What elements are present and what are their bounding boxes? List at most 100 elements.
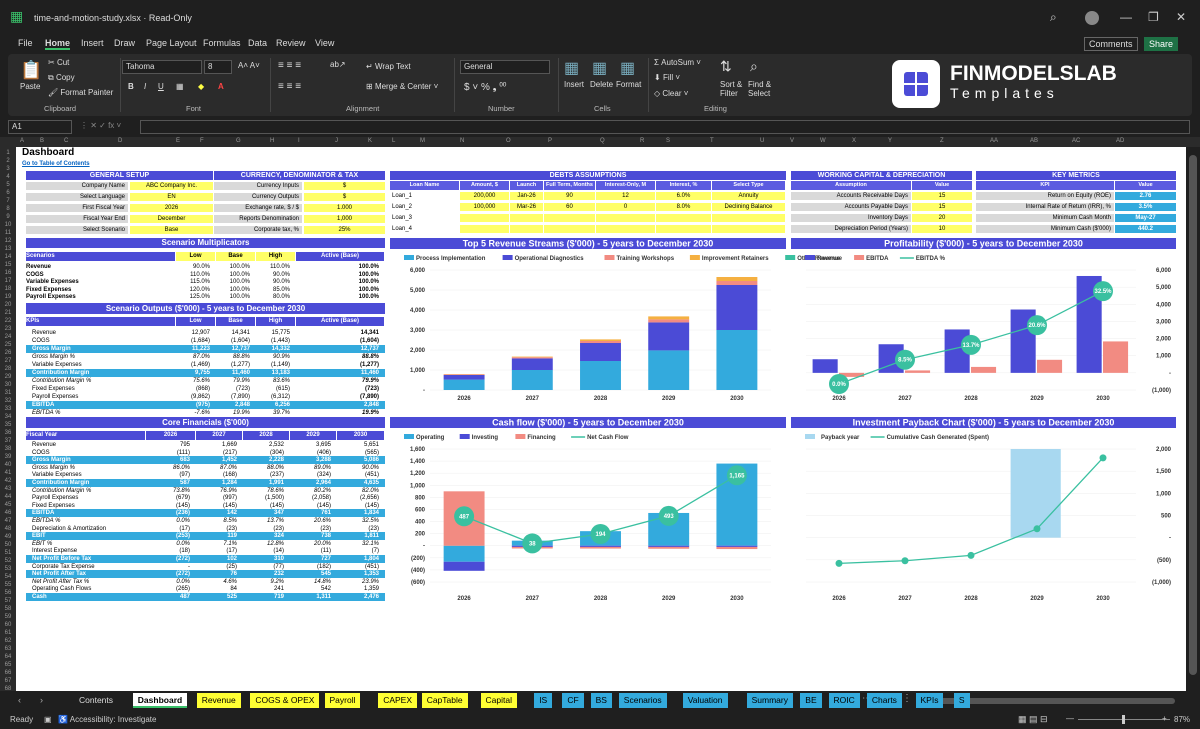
- column-header[interactable]: K: [368, 138, 372, 144]
- row-header[interactable]: 5: [0, 181, 16, 189]
- close-icon[interactable]: ✕: [1176, 10, 1186, 24]
- row-header[interactable]: 21: [0, 309, 16, 317]
- tab-payroll[interactable]: Payroll: [324, 693, 361, 708]
- row-header[interactable]: 2: [0, 157, 16, 165]
- row-header[interactable]: 51: [0, 549, 16, 557]
- tab-s[interactable]: S: [953, 693, 970, 708]
- sort-filter-icon[interactable]: ⇅: [720, 58, 732, 75]
- zoom-level[interactable]: 87%: [1174, 715, 1190, 724]
- tab-scenarios[interactable]: Scenarios: [618, 693, 667, 708]
- row-header[interactable]: 15: [0, 261, 16, 269]
- column-header[interactable]: F: [200, 138, 204, 144]
- menu-data[interactable]: Data: [248, 38, 267, 48]
- wrap-text-button[interactable]: ↵ Wrap Text: [366, 62, 411, 71]
- row-header[interactable]: 30: [0, 381, 16, 389]
- row-header[interactable]: 23: [0, 325, 16, 333]
- row-header[interactable]: 60: [0, 621, 16, 629]
- row-header[interactable]: 1: [0, 149, 16, 157]
- row-header[interactable]: 14: [0, 253, 16, 261]
- row-header[interactable]: 29: [0, 373, 16, 381]
- tab-scroll-left-icon[interactable]: ‹: [18, 695, 21, 705]
- vertical-scrollbar[interactable]: [1186, 147, 1200, 691]
- font-name-dropdown[interactable]: Tahoma: [122, 60, 202, 74]
- tab-cf[interactable]: CF: [562, 693, 584, 708]
- formula-buttons[interactable]: ⋮ ✕ ✓ fx ˅: [80, 121, 121, 130]
- align-top-icon[interactable]: ≡ ≡ ≡: [278, 60, 301, 71]
- restore-icon[interactable]: ❐: [1148, 10, 1159, 24]
- row-header[interactable]: 67: [0, 677, 16, 685]
- tab-kpis[interactable]: KPIs: [915, 693, 944, 708]
- borders-icon[interactable]: ▦: [176, 82, 184, 91]
- column-header[interactable]: R: [640, 138, 644, 144]
- row-header[interactable]: 4: [0, 173, 16, 181]
- row-header[interactable]: 16: [0, 269, 16, 277]
- insert-cells-button[interactable]: Insert: [564, 80, 584, 89]
- tab-captable[interactable]: CapTable: [421, 693, 468, 708]
- comments-button[interactable]: Comments: [1084, 37, 1138, 51]
- bold-button[interactable]: B: [128, 82, 134, 91]
- row-header[interactable]: 38: [0, 445, 16, 453]
- row-header[interactable]: 8: [0, 205, 16, 213]
- share-button[interactable]: Share: [1144, 37, 1179, 51]
- format-cells-icon[interactable]: ▦: [620, 58, 635, 78]
- minimize-icon[interactable]: —: [1120, 10, 1132, 24]
- delete-cells-button[interactable]: Delete: [590, 80, 613, 89]
- column-header[interactable]: W: [820, 138, 826, 144]
- formula-input[interactable]: [140, 120, 1190, 134]
- underline-button[interactable]: U: [158, 82, 164, 91]
- column-header[interactable]: B: [40, 138, 44, 144]
- tab-revenue[interactable]: Revenue: [196, 693, 241, 708]
- font-size-buttons[interactable]: A˄ A˅: [238, 61, 260, 70]
- column-header[interactable]: M: [420, 138, 425, 144]
- column-header[interactable]: T: [710, 138, 714, 144]
- sort-filter-button[interactable]: Sort & Filter: [720, 80, 750, 98]
- fill-color-icon[interactable]: ◆: [198, 82, 204, 91]
- row-header[interactable]: 64: [0, 653, 16, 661]
- row-header[interactable]: 18: [0, 285, 16, 293]
- column-header[interactable]: O: [506, 138, 511, 144]
- row-header[interactable]: 34: [0, 413, 16, 421]
- tab-contents[interactable]: Contents: [74, 693, 119, 708]
- row-header[interactable]: 19: [0, 293, 16, 301]
- column-header[interactable]: U: [760, 138, 764, 144]
- tab-be[interactable]: BE: [800, 693, 822, 708]
- cut-button[interactable]: ✂ Cut: [48, 58, 69, 67]
- tab-charts[interactable]: Charts: [866, 693, 902, 708]
- row-header[interactable]: 12: [0, 237, 16, 245]
- row-header[interactable]: 61: [0, 629, 16, 637]
- column-header[interactable]: V: [790, 138, 794, 144]
- number-format-dropdown[interactable]: General: [460, 60, 550, 74]
- row-header[interactable]: 32: [0, 397, 16, 405]
- row-header[interactable]: 42: [0, 477, 16, 485]
- column-header[interactable]: G: [236, 138, 241, 144]
- orientation-icon[interactable]: ab↗: [330, 60, 346, 69]
- column-header[interactable]: I: [298, 138, 300, 144]
- column-header[interactable]: D: [118, 138, 122, 144]
- name-box[interactable]: A1: [8, 120, 72, 134]
- column-header[interactable]: P: [548, 138, 552, 144]
- tab-scroll-right-icon[interactable]: ›: [40, 695, 43, 705]
- menu-draw[interactable]: Draw: [114, 38, 135, 48]
- align-left-icon[interactable]: ≡ ≡ ≡: [278, 81, 301, 92]
- menu-review[interactable]: Review: [276, 38, 306, 48]
- row-header[interactable]: 56: [0, 589, 16, 597]
- column-header[interactable]: N: [460, 138, 464, 144]
- tab-cogs-opex[interactable]: COGS & OPEX: [250, 693, 320, 708]
- row-header[interactable]: 52: [0, 557, 16, 565]
- tabs-options-icon[interactable]: ⋮: [902, 693, 912, 704]
- tab-roic[interactable]: ROIC: [828, 693, 860, 708]
- row-header[interactable]: 31: [0, 389, 16, 397]
- column-header[interactable]: L: [392, 138, 395, 144]
- row-header[interactable]: 47: [0, 517, 16, 525]
- column-header[interactable]: AA: [990, 138, 998, 144]
- accessibility-status[interactable]: ♿ Accessibility: Investigate: [58, 715, 156, 724]
- avatar[interactable]: [1085, 11, 1099, 25]
- view-buttons[interactable]: ▦ ▤ ⊟: [1018, 714, 1048, 725]
- tab-is[interactable]: IS: [534, 693, 553, 708]
- row-header[interactable]: 39: [0, 453, 16, 461]
- tab-capex[interactable]: CAPEX: [378, 693, 418, 708]
- column-header[interactable]: H: [270, 138, 274, 144]
- copy-button[interactable]: ⧉ Copy: [48, 73, 75, 83]
- search-icon[interactable]: ⌕: [1050, 10, 1057, 25]
- row-header[interactable]: 24: [0, 333, 16, 341]
